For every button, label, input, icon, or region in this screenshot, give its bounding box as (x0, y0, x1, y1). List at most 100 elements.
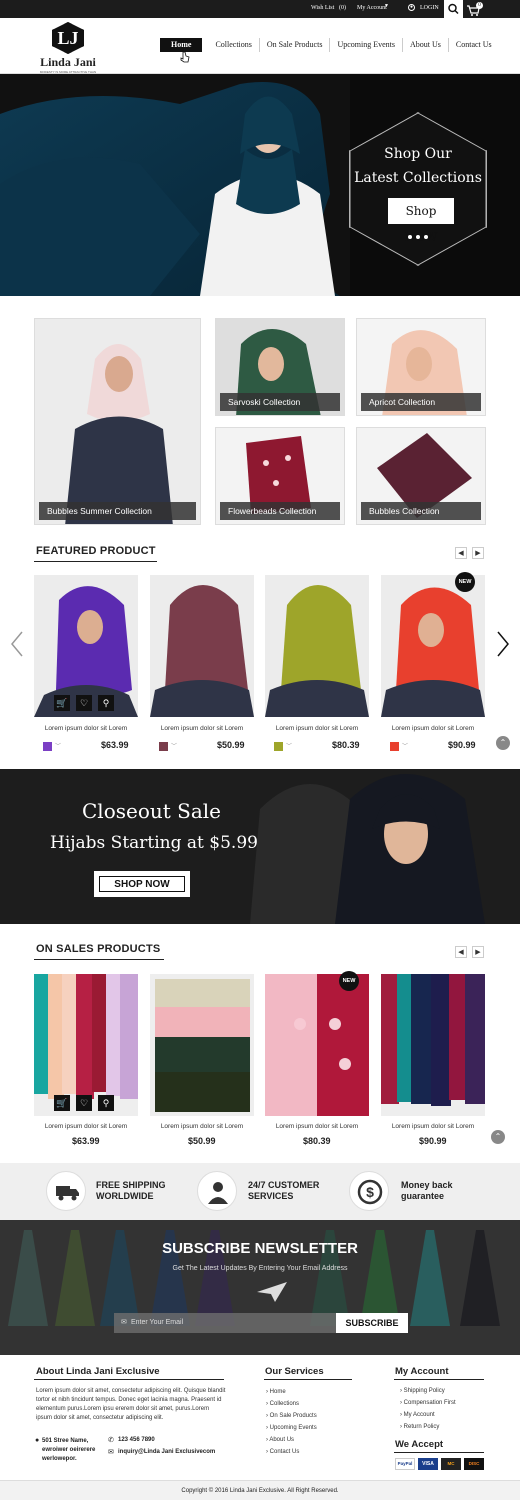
features-strip: FREE SHIPPING WORLDWIDE 24/7 CUSTOMER SERV… (0, 1163, 520, 1220)
product-description: Lorem ipsum dolor sit Lorem (391, 725, 475, 732)
footer-link-label: About Us (269, 1437, 295, 1443)
slider-dot[interactable] (424, 235, 428, 239)
footer-link-home[interactable]: › Home (266, 1389, 286, 1395)
login-link[interactable]: LOGIN (420, 5, 439, 11)
footer-link-label: On Sale Products (269, 1413, 317, 1419)
featured-prev-button[interactable]: ◀ (455, 547, 467, 559)
nav-contact-us[interactable]: Contact Us (447, 38, 499, 52)
nav-about-us[interactable]: About Us (402, 38, 448, 52)
product-description: Lorem ipsum dolor sit Lorem (275, 725, 359, 732)
swatch-dropdown-icon[interactable]: ﹀ (171, 741, 177, 750)
product-image (381, 575, 485, 717)
footer-link-label: Upcoming Events (269, 1425, 317, 1431)
new-badge: NEW (455, 572, 475, 592)
newsletter-title: SUBSCRIBE NEWSLETTER (162, 1240, 358, 1257)
onsale-next-button[interactable]: ▶ (472, 946, 484, 958)
collection-bubbles[interactable]: Bubbles Collection (356, 427, 486, 525)
top-bar: Wish List (0) My Account ▼ ● LOGIN 0 (0, 0, 520, 18)
closeout-button-label: SHOP NOW (99, 876, 185, 892)
wishlist-heart-button[interactable]: ♡ (76, 695, 92, 711)
product-description: Lorem ipsum dolor sit Lorem (275, 1123, 359, 1130)
wishlist-link[interactable]: Wish List (311, 5, 334, 11)
feature-line-2: WORLDWIDE (96, 1191, 154, 1201)
site-footer: About Linda Jani Exclusive Lorem ipsum d… (0, 1355, 520, 1480)
footer-link-about[interactable]: › About Us (266, 1437, 294, 1443)
color-swatch[interactable] (390, 742, 399, 751)
color-swatch[interactable] (159, 742, 168, 751)
slider-dot[interactable] (416, 235, 420, 239)
chevron-down-icon[interactable]: ▼ (384, 4, 389, 9)
onsale-title-underline (34, 959, 164, 960)
paypal-icon: PayPal (395, 1458, 415, 1470)
product-price: $50.99 (188, 1136, 216, 1146)
footer-email[interactable]: inquiry@Linda Jani Exclusivecom (118, 1449, 215, 1455)
collection-flowerbeads[interactable]: Flowerbeads Collection (215, 427, 345, 525)
product-description: Lorem ipsum dolor sit Lorem (391, 1123, 475, 1130)
onsale-title: ON SALES PRODUCTS (36, 943, 161, 955)
logo-name: Linda Jani (40, 55, 96, 69)
search-button[interactable] (444, 0, 463, 18)
closeout-heading: Closeout Sale (82, 799, 222, 823)
footer-divider (34, 1379, 224, 1380)
location-pin-icon: ● (35, 1437, 40, 1444)
collection-apricot[interactable]: Apricot Collection (356, 318, 486, 416)
wishlist-heart-button[interactable]: ♡ (76, 1095, 92, 1111)
nav-collections[interactable]: Collections (208, 38, 258, 52)
subscribe-button[interactable]: SUBSCRIBE (336, 1313, 408, 1333)
footer-link-collections[interactable]: › Collections (266, 1401, 299, 1407)
featured-next-button[interactable]: ▶ (472, 547, 484, 559)
nav-home[interactable]: Home (160, 38, 203, 52)
footer-link-label: Shipping Policy (403, 1388, 445, 1394)
add-to-cart-button[interactable]: 🛒 (54, 1095, 70, 1111)
slider-dot[interactable] (408, 235, 412, 239)
scroll-up-button[interactable]: ⌃ (496, 736, 510, 750)
color-swatch[interactable] (43, 742, 52, 751)
footer-link-upcoming[interactable]: › Upcoming Events (266, 1425, 317, 1431)
address-line: 501 Stree Name, (42, 1438, 89, 1444)
hero-line-1: Shop Our (384, 146, 452, 162)
visa-icon: VISA (418, 1458, 438, 1470)
cart-button[interactable]: 0 (463, 0, 485, 18)
footer-services-title: Our Services (265, 1366, 324, 1377)
product-price: $90.99 (448, 740, 476, 750)
site-header: LJ Linda Jani MODESTY IS MORE ATTRACTIVE… (0, 18, 520, 78)
add-to-cart-button[interactable]: 🛒 (54, 695, 70, 711)
swatch-dropdown-icon[interactable]: ﹀ (402, 741, 408, 750)
newsletter-email-input[interactable]: ✉ Enter Your Email (114, 1313, 336, 1333)
product-description: Lorem ipsum dolor sit Lorem (44, 725, 128, 732)
scroll-up-button[interactable]: ⌃ (491, 1130, 505, 1144)
swatch-dropdown-icon[interactable]: ﹀ (286, 741, 292, 750)
hero-shop-now-button[interactable]: Shop NOW (388, 198, 454, 244)
product-image (381, 974, 485, 1116)
footer-link-on-sale[interactable]: › On Sale Products (266, 1413, 317, 1419)
closeout-subheading: Hijabs Starting at $5.99 (50, 833, 258, 853)
footer-link-return[interactable]: › Return Policy (400, 1424, 439, 1430)
footer-link-contact[interactable]: › Contact Us (266, 1449, 299, 1455)
hand-cursor-icon (180, 51, 190, 63)
product-description: Lorem ipsum dolor sit Lorem (160, 1123, 244, 1130)
footer-link-shipping[interactable]: › Shipping Policy (400, 1388, 445, 1394)
collection-bubbles-summer[interactable]: Bubbles Summer Collection (34, 318, 201, 525)
nav-upcoming-events[interactable]: Upcoming Events (329, 38, 402, 52)
paper-plane-icon (257, 1282, 287, 1302)
footer-link-label: Home (269, 1389, 286, 1395)
logo[interactable]: LJ Linda Jani MODESTY IS MORE ATTRACTIVE… (36, 22, 100, 78)
my-account-dropdown[interactable]: My Account (357, 5, 387, 11)
swatch-dropdown-icon[interactable]: ﹀ (55, 741, 61, 750)
nav-on-sale-products[interactable]: On Sale Products (258, 38, 330, 52)
quick-view-button[interactable]: ⚲ (98, 1095, 114, 1111)
newsletter-section: SUBSCRIBE NEWSLETTER Get The Latest Upda… (0, 1220, 520, 1355)
closeout-shop-now-button[interactable]: SHOP NOW (94, 871, 190, 897)
featured-title: FEATURED PRODUCT (36, 545, 156, 557)
product-image (265, 575, 369, 717)
onsale-prev-button[interactable]: ◀ (455, 946, 467, 958)
collection-sarvoski[interactable]: Sarvoski Collection (215, 318, 345, 416)
carousel-next-arrow[interactable] (496, 630, 510, 658)
color-swatch[interactable] (274, 742, 283, 751)
footer-link-my-account[interactable]: › My Account (400, 1412, 435, 1418)
quick-view-button[interactable]: ⚲ (98, 695, 114, 711)
carousel-prev-arrow[interactable] (10, 630, 24, 658)
footer-link-compensation[interactable]: › Compensation First (400, 1400, 456, 1406)
new-badge: NEW (339, 971, 359, 991)
product-price: $63.99 (101, 740, 129, 750)
